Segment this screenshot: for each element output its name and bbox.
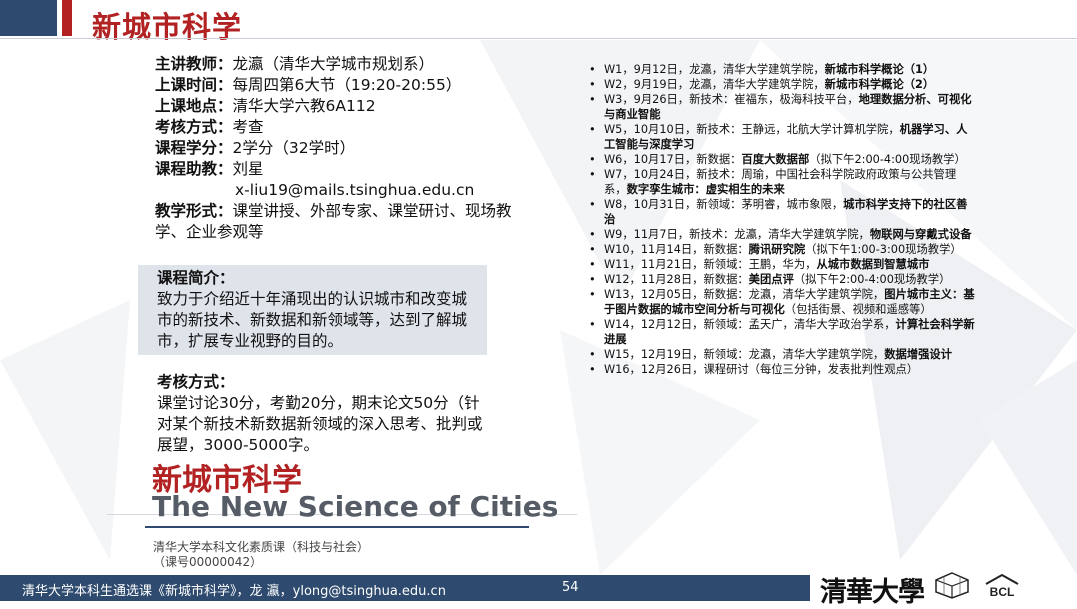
cube-logo-icon xyxy=(935,572,969,599)
schedule-item: W12，11月28日，新数据：美团点评（拟下午2:00-4:00现场教学） xyxy=(588,272,978,287)
intro-label: 课程简介： xyxy=(157,269,235,287)
header-accent-bar xyxy=(0,0,57,36)
schedule-item: W9，11月7日，新技术：龙瀛，清华大学建筑学院，物联网与穿戴式设备 xyxy=(588,227,978,242)
schedule-item: W14，12月12日，新领域：孟天广，清华大学政治学系，计算社会科学新进展 xyxy=(588,317,978,347)
info-row: 教学形式：课堂讲授、外部专家、课堂研讨、现场教学、企业参观等 xyxy=(155,202,512,241)
schedule-item: W11，11月21日，新领域：王鹏，华为，从城市数据到智慧城市 xyxy=(588,257,978,272)
header-divider xyxy=(0,38,1077,39)
header-accent-bar-red xyxy=(62,0,72,36)
schedule-item: W16，12月26日，课程研讨（每位三分钟，发表批判性观点） xyxy=(588,362,978,377)
info-row: 主讲教师：龙瀛（清华大学城市规划系） xyxy=(155,55,435,73)
info-row: 上课地点：清华大学六教6A112 xyxy=(155,97,376,115)
title-underline xyxy=(145,526,529,528)
bcl-logo-icon: BCL xyxy=(985,573,1019,599)
course-subinfo: 清华大学本科文化素质课（科技与社会） （课号00000042） xyxy=(153,540,370,569)
schedule-item: W13，12月05日，新数据：龙瀛，清华大学建筑学院，图片城市主义：基于图片数据… xyxy=(588,287,978,317)
info-row: 课程学分：2学分（32学时） xyxy=(155,139,356,157)
schedule-item: W10，11月14日，新数据：腾讯研究院（拟下午1:00-3:00现场教学） xyxy=(588,242,978,257)
assessment-label: 考核方式： xyxy=(157,373,235,391)
schedule-item: W15，12月19日，新领域：龙瀛，清华大学建筑学院，数据增强设计 xyxy=(588,347,978,362)
schedule-item: W3，9月26日，新技术：崔福东，极海科技平台，地理数据分析、可视化与商业智能 xyxy=(588,92,978,122)
schedule-item: W7，10月24日，新技术：周瑜，中国社会科学院政府政策与公共管理系，数字孪生城… xyxy=(588,167,978,197)
schedule-item: W6，10月17日，新数据：百度大数据部（拟下午2:00-4:00现场教学） xyxy=(588,152,978,167)
info-row: 考核方式：考查 xyxy=(155,118,264,136)
tsinghua-logo: 清華大學 xyxy=(820,577,925,608)
page-title: 新城市科学 xyxy=(92,10,243,44)
course-intro: 课程简介： 致力于介绍近十年涌现出的认识城市和改变城市的新技术、新数据和新领域等… xyxy=(157,268,482,352)
schedule-item: W5，10月10日，新技术：王静远，北航大学计算机学院，机器学习、人工智能与深度… xyxy=(588,122,978,152)
schedule-item: W1，9月12日，龙瀛，清华大学建筑学院，新城市科学概论（1） xyxy=(588,62,978,77)
bcl-logo-text: BCL xyxy=(990,585,1015,599)
ta-email: x-liu19@mails.tsinghua.edu.cn xyxy=(235,181,475,199)
intro-text: 致力于介绍近十年涌现出的认识城市和改变城市的新技术、新数据和新领域等，达到了解城… xyxy=(157,290,468,350)
course-info: 主讲教师：龙瀛（清华大学城市规划系） 上课时间：每周四第6大节（19:20-20… xyxy=(155,54,525,243)
assessment: 考核方式： 课堂讨论30分，考勤20分，期末论文50分（针对某个新技术新数据新领… xyxy=(157,372,492,456)
info-row: 上课时间：每周四第6大节（19:20-20:55） xyxy=(155,76,462,94)
page-number: 54 xyxy=(562,580,579,595)
schedule-list: W1，9月12日，龙瀛，清华大学建筑学院，新城市科学概论（1）W2，9月19日，… xyxy=(588,62,978,377)
assessment-text: 课堂讨论30分，考勤20分，期末论文50分（针对某个新技术新数据新领域的深入思考… xyxy=(157,394,483,454)
schedule-item: W8，10月31日，新领域：茅明睿，城市象限，城市科学支持下的社区善治 xyxy=(588,197,978,227)
info-row: 课程助教：刘星 xyxy=(155,160,264,178)
footer-text: 清华大学本科生通选课《新城市科学》，龙 瀛，ylong@tsinghua.edu… xyxy=(22,584,446,599)
schedule-item: W2，9月19日，龙瀛，清华大学建筑学院，新城市科学概论（2） xyxy=(588,77,978,92)
course-title-en: The New Science of Cities xyxy=(152,490,559,523)
